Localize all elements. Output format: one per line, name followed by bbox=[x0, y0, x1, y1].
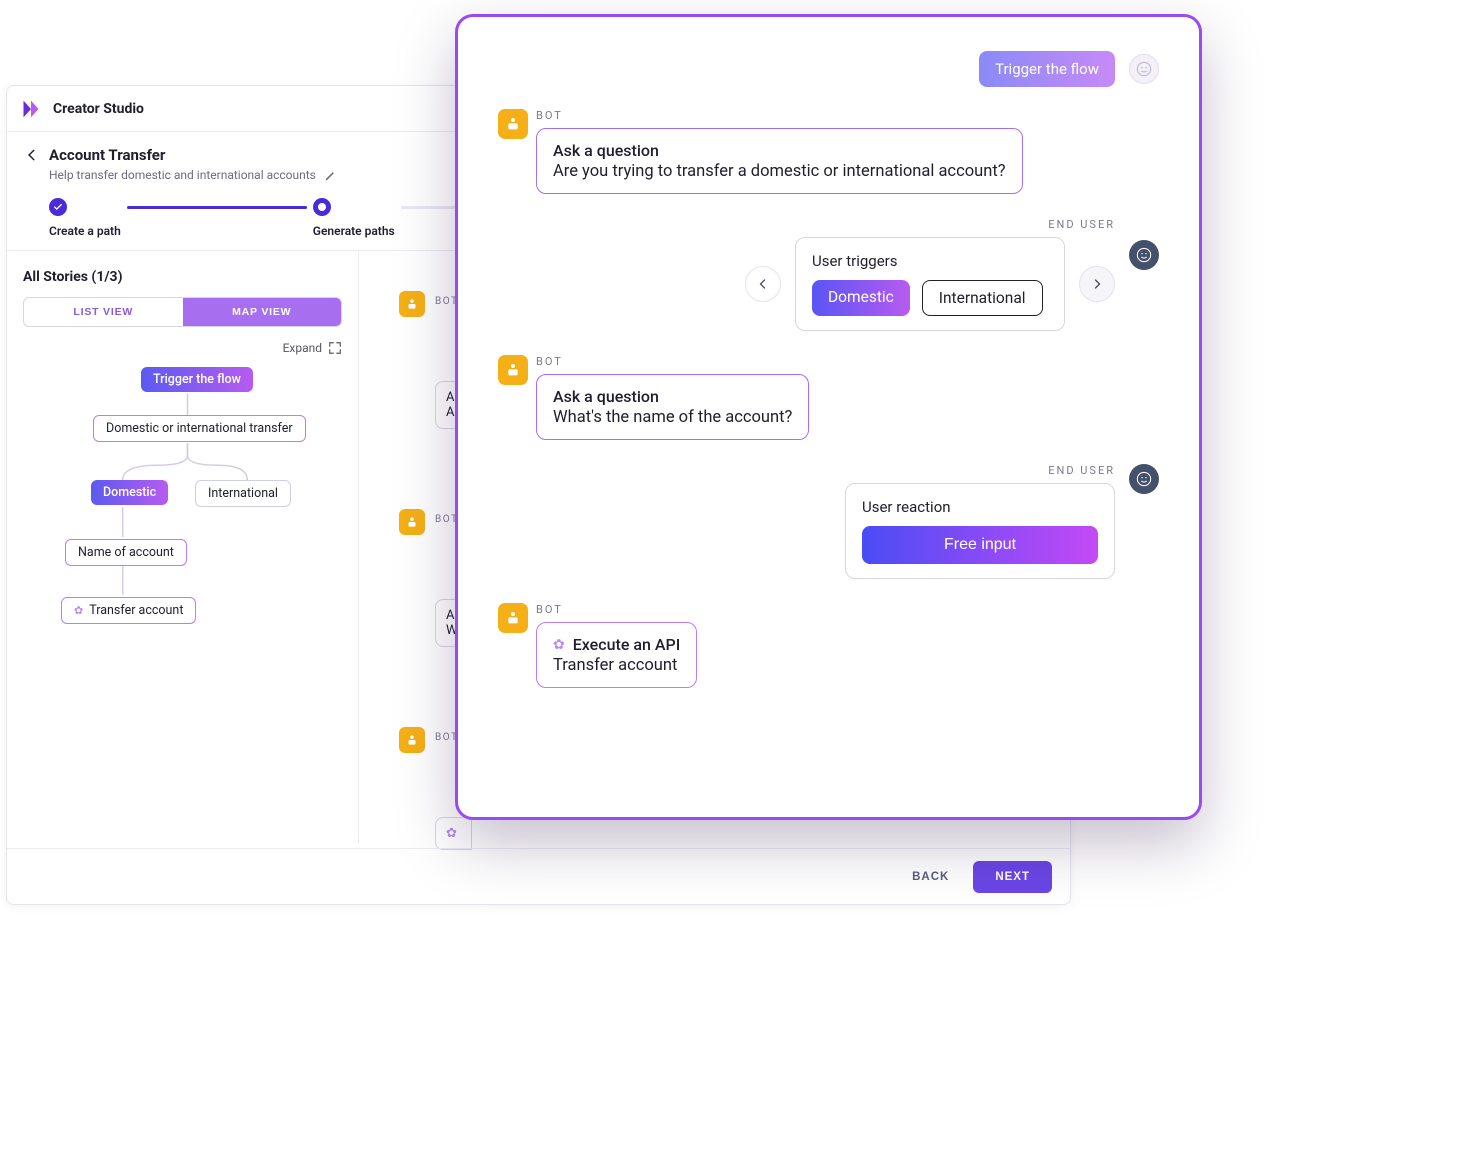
next-button[interactable]: NEXT bbox=[973, 861, 1052, 893]
bubble-title: Ask a question bbox=[553, 387, 792, 406]
user-card-title: User reaction bbox=[862, 498, 1098, 516]
peek-bubble: ✿ bbox=[435, 817, 472, 850]
page-description-text: Help transfer domestic and international… bbox=[49, 168, 316, 182]
user-card-title: User triggers bbox=[812, 252, 1048, 270]
back-button[interactable]: BACK bbox=[906, 870, 955, 884]
bot-message-bubble[interactable]: Ask a question What's the name of the ac… bbox=[536, 374, 809, 440]
view-toggle: LIST VIEW MAP VIEW bbox=[23, 297, 342, 327]
end-user-role-label: END USER bbox=[1048, 218, 1115, 231]
step-generate-paths: Generate paths bbox=[313, 198, 395, 238]
trigger-flow-chip[interactable]: Trigger the flow bbox=[979, 51, 1115, 87]
step-dot-active-icon bbox=[313, 198, 331, 216]
bubble-body: Transfer account bbox=[553, 656, 680, 675]
bot-turn-2: BOT Ask a question What's the name of th… bbox=[498, 355, 1159, 440]
expand-button[interactable]: Expand bbox=[23, 341, 342, 355]
bubble-title: Ask a question bbox=[553, 141, 1006, 160]
bot-turn-3: BOT ✿ Execute an API Transfer account bbox=[498, 603, 1159, 688]
trigger-row: Trigger the flow bbox=[498, 51, 1159, 87]
free-input-button[interactable]: Free input bbox=[862, 526, 1098, 564]
bot-avatar-icon bbox=[399, 509, 425, 535]
user-reaction-card: User reaction Free input bbox=[845, 483, 1115, 579]
bubble-body: Are you trying to transfer a domestic or… bbox=[553, 162, 1006, 181]
step-label: Create a path bbox=[49, 224, 121, 238]
flow-node-question-1[interactable]: Domestic or international transfer bbox=[93, 415, 306, 442]
stories-heading: All Stories (1/3) bbox=[23, 269, 342, 285]
bot-role-label: BOT bbox=[536, 355, 809, 368]
bot-message-bubble[interactable]: Ask a question Are you trying to transfe… bbox=[536, 128, 1023, 194]
flow-node-action[interactable]: Transfer account bbox=[61, 597, 196, 624]
wizard-footer: BACK NEXT bbox=[7, 848, 1070, 904]
end-user-role-label: END USER bbox=[1048, 464, 1115, 477]
app-title: Creator Studio bbox=[53, 101, 144, 117]
map-view-button[interactable]: MAP VIEW bbox=[183, 298, 342, 326]
bot-avatar-icon bbox=[498, 603, 528, 633]
prev-option-button[interactable] bbox=[745, 266, 781, 302]
option-domestic[interactable]: Domestic bbox=[812, 280, 910, 316]
user-avatar-icon bbox=[1129, 54, 1159, 84]
brand-logo-icon bbox=[21, 99, 41, 119]
step-connector bbox=[127, 206, 307, 209]
edit-pencil-icon[interactable] bbox=[324, 169, 337, 182]
bubble-body: What's the name of the account? bbox=[553, 408, 792, 427]
bot-avatar-icon bbox=[498, 109, 528, 139]
conversation-preview-panel: Trigger the flow BOT Ask a question Are … bbox=[455, 14, 1202, 820]
user-triggers-card: User triggers Domestic International bbox=[795, 237, 1065, 331]
flow-map: Trigger the flow Domestic or internation… bbox=[23, 365, 342, 695]
flow-node-question-2[interactable]: Name of account bbox=[65, 539, 187, 566]
flow-node-option-domestic[interactable]: Domestic bbox=[91, 480, 168, 505]
bot-api-bubble[interactable]: ✿ Execute an API Transfer account bbox=[536, 622, 697, 688]
expand-label: Expand bbox=[283, 341, 322, 355]
user-turn-1: END USER User triggers Domestic Internat… bbox=[498, 218, 1159, 331]
list-view-button[interactable]: LIST VIEW bbox=[24, 298, 183, 326]
bot-role-label: BOT bbox=[536, 603, 697, 616]
bot-avatar-icon bbox=[399, 727, 425, 753]
bot-role-label: BOT bbox=[536, 109, 1023, 122]
expand-icon bbox=[328, 341, 342, 355]
bot-turn-1: BOT Ask a question Are you trying to tra… bbox=[498, 109, 1159, 194]
step-dot-done-icon bbox=[49, 198, 67, 216]
gear-icon: ✿ bbox=[553, 637, 565, 653]
flow-node-trigger[interactable]: Trigger the flow bbox=[141, 367, 253, 392]
bubble-title: Execute an API bbox=[573, 635, 680, 654]
page-title: Account Transfer bbox=[49, 146, 165, 164]
stories-side-panel: All Stories (1/3) LIST VIEW MAP VIEW Exp… bbox=[7, 251, 359, 844]
end-user-avatar-icon bbox=[1129, 464, 1159, 494]
gear-icon: ✿ bbox=[446, 826, 457, 841]
bot-avatar-icon bbox=[399, 291, 425, 317]
step-create-path: Create a path bbox=[49, 198, 121, 238]
flow-node-option-international[interactable]: International bbox=[195, 480, 291, 507]
option-international[interactable]: International bbox=[922, 280, 1043, 316]
back-chevron-icon[interactable] bbox=[25, 148, 39, 162]
bot-avatar-icon bbox=[498, 355, 528, 385]
user-turn-2: END USER User reaction Free input bbox=[498, 464, 1159, 579]
next-option-button[interactable] bbox=[1079, 266, 1115, 302]
end-user-avatar-icon bbox=[1129, 240, 1159, 270]
step-label: Generate paths bbox=[313, 224, 395, 238]
